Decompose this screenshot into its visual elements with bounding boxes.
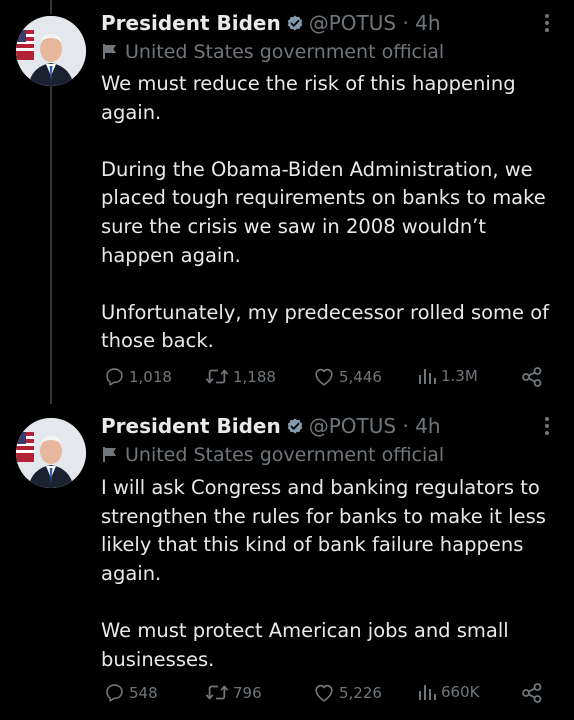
avatar[interactable] [16, 16, 86, 86]
tweet-paragraph: I will ask Congress and banking regulato… [101, 476, 546, 585]
share-icon [521, 682, 543, 704]
reply-button[interactable]: 1,018 [104, 366, 172, 387]
views-icon [417, 366, 437, 386]
share-button[interactable] [521, 682, 543, 704]
flag-icon [101, 444, 125, 466]
affiliation-text: United States government official [125, 41, 445, 63]
timestamp[interactable]: 4h [415, 11, 440, 35]
tweet-paragraph: We must protect American jobs and small … [101, 618, 509, 671]
retweet-button[interactable]: 796 [205, 682, 262, 703]
separator: · [402, 11, 409, 35]
reply-icon [104, 682, 125, 703]
views-button[interactable]: 660K [417, 682, 479, 702]
author-name[interactable]: President Biden [101, 11, 281, 35]
more-options-icon[interactable] [542, 13, 552, 36]
verified-badge-icon [285, 416, 305, 441]
tweet-paragraph: We must reduce the risk of this happenin… [101, 72, 516, 124]
share-button[interactable] [521, 366, 543, 388]
reply-count: 1,018 [129, 367, 172, 386]
avatar[interactable] [16, 418, 86, 488]
views-button[interactable]: 1.3M [417, 366, 478, 386]
verified-badge-icon [285, 13, 305, 38]
retweet-icon [205, 366, 229, 387]
author-row: President Biden @POTUS · 4h [101, 11, 441, 38]
action-bar: 548 796 5,226 660K [101, 682, 546, 706]
affiliation-text: United States government official [125, 444, 445, 466]
heart-icon [313, 366, 335, 387]
author-name[interactable]: President Biden [101, 414, 281, 438]
tweet-text: We must reduce the risk of this happenin… [101, 70, 556, 356]
views-count: 660K [441, 683, 480, 701]
tweet-paragraph: During the Obama-Biden Administration, w… [101, 157, 546, 267]
views-count: 1.3M [441, 367, 478, 385]
author-handle[interactable]: @POTUS [309, 11, 396, 35]
affiliation-label: United States government official [101, 443, 444, 467]
like-button[interactable]: 5,226 [313, 682, 382, 703]
thread-line [50, 86, 52, 404]
timestamp[interactable]: 4h [415, 414, 440, 438]
more-options-icon[interactable] [542, 416, 552, 439]
retweet-button[interactable]: 1,188 [205, 366, 276, 387]
retweet-count: 1,188 [233, 367, 276, 386]
tweet-text: I will ask Congress and banking regulato… [101, 474, 556, 674]
heart-icon [313, 682, 335, 703]
separator: · [402, 414, 409, 438]
tweet[interactable]: President Biden @POTUS · 4h United States… [0, 0, 574, 404]
like-count: 5,226 [339, 683, 382, 702]
share-icon [521, 366, 543, 388]
retweet-icon [205, 682, 229, 703]
like-count: 5,446 [339, 367, 382, 386]
like-button[interactable]: 5,446 [313, 366, 382, 387]
retweet-count: 796 [233, 683, 262, 702]
reply-button[interactable]: 548 [104, 682, 158, 703]
reply-icon [104, 366, 125, 387]
author-row: President Biden @POTUS · 4h [101, 414, 441, 441]
flag-icon [101, 41, 125, 63]
affiliation-label: United States government official [101, 40, 444, 64]
tweet[interactable]: President Biden @POTUS · 4h United States… [0, 402, 574, 720]
views-icon [417, 682, 437, 702]
author-handle[interactable]: @POTUS [309, 414, 396, 438]
tweet-paragraph: Unfortunately, my predecessor rolled som… [101, 300, 550, 353]
reply-count: 548 [129, 683, 158, 702]
action-bar: 1,018 1,188 5,446 1.3M [101, 366, 546, 390]
